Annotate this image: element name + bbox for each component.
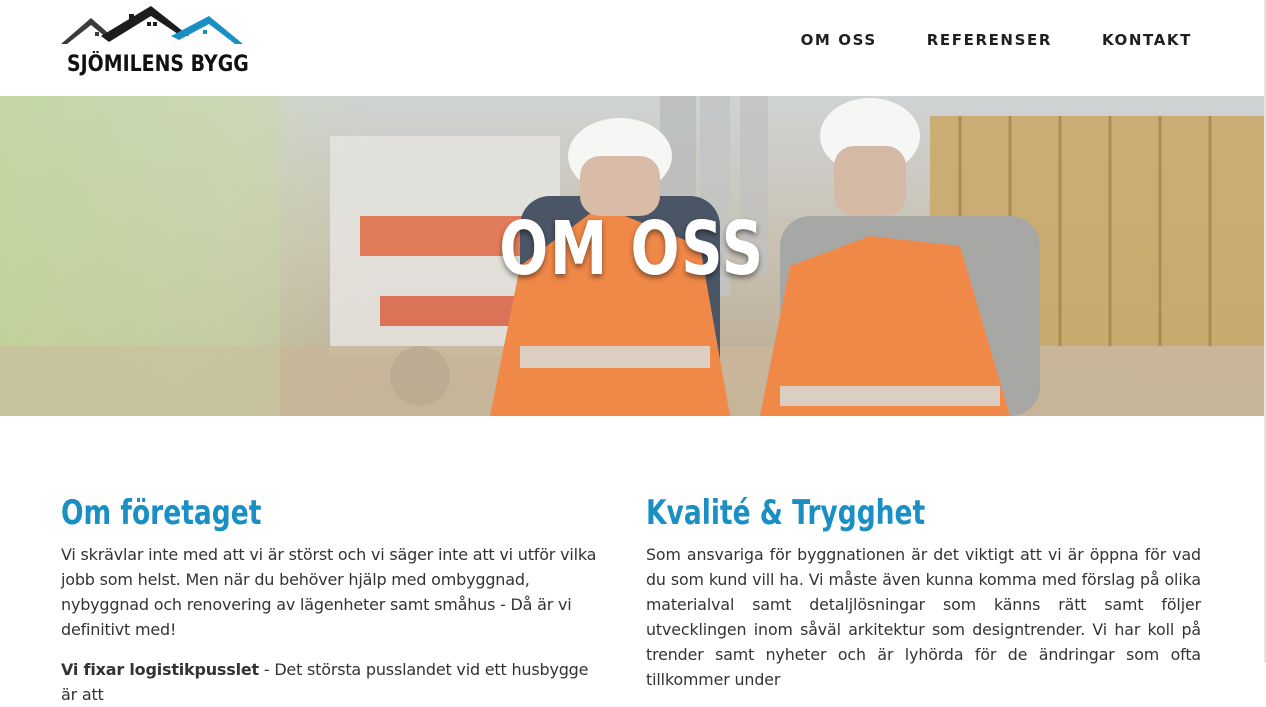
hero-banner: OM OSS	[0, 96, 1264, 416]
quality-section: Kvalité & Trygghet Som ansvariga för byg…	[646, 492, 1201, 692]
roof-logo-icon	[61, 6, 243, 44]
main-nav: OM OSS REFERENSER KONTAKT	[801, 31, 1192, 49]
section-paragraph: Som ansvariga för byggnationen är det vi…	[646, 545, 1201, 689]
hero-title: OM OSS	[499, 206, 765, 292]
nav-item-referenser[interactable]: REFERENSER	[927, 31, 1052, 49]
section-heading: Kvalité & Trygghet	[646, 493, 926, 533]
section-heading: Om företaget	[61, 493, 262, 533]
brand-name: SJÖMILENS BYGG	[67, 52, 249, 77]
section-paragraph: Vi fixar logistikpusslet - Det största p…	[61, 657, 601, 707]
nav-item-kontakt[interactable]: KONTAKT	[1102, 31, 1192, 49]
brand-logo[interactable]: SJÖMILENS BYGG	[61, 6, 249, 78]
site-header: SJÖMILENS BYGG OM OSS REFERENSER KONTAKT	[0, 0, 1266, 96]
section-paragraph: Vi skrävlar inte med att vi är störst oc…	[61, 545, 597, 639]
about-company-section: Om företaget Vi skrävlar inte med att vi…	[61, 492, 601, 707]
nav-item-om-oss[interactable]: OM OSS	[801, 31, 877, 49]
